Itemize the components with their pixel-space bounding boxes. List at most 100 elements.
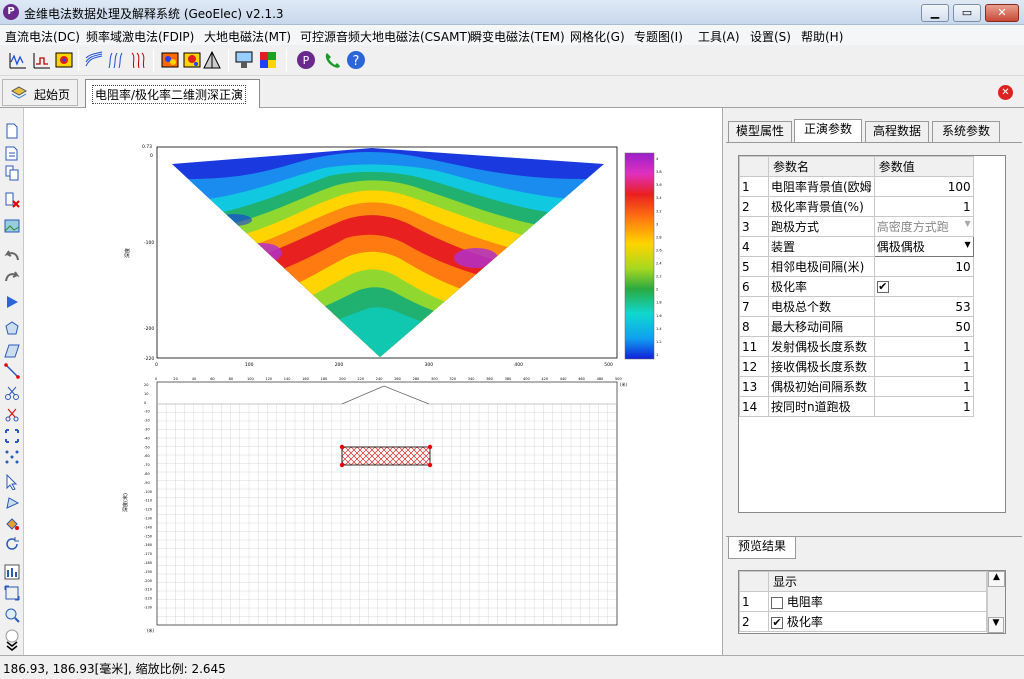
- vertex-handle[interactable]: [427, 462, 433, 468]
- param-row[interactable]: 2 极化率背景值(%) 1: [739, 196, 974, 217]
- tab-preview-results[interactable]: 预览结果: [728, 537, 796, 559]
- isoline-icon[interactable]: [84, 50, 104, 70]
- param-row[interactable]: 14 按同时n道跑极 1: [739, 396, 974, 417]
- parallelogram-icon[interactable]: [4, 343, 20, 359]
- param-value[interactable]: 1: [873, 396, 974, 417]
- param-value[interactable]: 1: [873, 196, 974, 217]
- select-arrow-icon[interactable]: [4, 474, 20, 490]
- param-value[interactable]: 10: [873, 256, 974, 277]
- delete-file-icon[interactable]: [4, 192, 20, 208]
- param-row[interactable]: 7 电极总个数 53: [739, 296, 974, 317]
- points-tool-icon[interactable]: [4, 449, 20, 465]
- close-window-button[interactable]: ✕: [985, 4, 1019, 22]
- menu-thematic[interactable]: 专题图(I): [634, 28, 683, 45]
- chart-bars-icon[interactable]: [4, 564, 20, 580]
- tab-system-params[interactable]: 系统参数: [932, 121, 1000, 142]
- menu-help[interactable]: 帮助(H): [801, 28, 843, 45]
- menu-grid[interactable]: 网格化(G): [570, 28, 625, 45]
- menu-fdip[interactable]: 频率域激电法(FDIP): [86, 28, 194, 45]
- param-value[interactable]: 100: [873, 176, 974, 197]
- curves-icon[interactable]: [128, 50, 148, 70]
- param-row[interactable]: 8 最大移动间隔 50: [739, 316, 974, 337]
- wave-lines-icon[interactable]: [106, 50, 126, 70]
- zoom-icon[interactable]: [4, 607, 20, 623]
- preview-row-resistivity[interactable]: 1 电阻率: [739, 591, 987, 612]
- copy-file-icon[interactable]: [4, 165, 20, 181]
- help-icon[interactable]: ?: [346, 50, 366, 70]
- product-logo-icon[interactable]: P: [296, 50, 316, 70]
- menu-mt[interactable]: 大地电磁法(MT): [204, 28, 291, 45]
- curve-plot-icon[interactable]: [8, 50, 28, 70]
- rotate-icon[interactable]: [4, 536, 20, 552]
- section-plot-icon[interactable]: [32, 50, 52, 70]
- open-file-icon[interactable]: [4, 145, 20, 161]
- scroll-up-icon[interactable]: ▲: [988, 571, 1005, 587]
- param-value[interactable]: 1: [873, 376, 974, 397]
- polygon-icon[interactable]: [4, 320, 20, 336]
- undo-icon[interactable]: [4, 247, 20, 263]
- resistivity-checkbox[interactable]: [771, 596, 783, 609]
- menu-tem[interactable]: 瞬变电磁法(TEM): [470, 28, 565, 45]
- fit-window-icon[interactable]: [4, 585, 20, 601]
- node-tool-icon[interactable]: [4, 428, 20, 444]
- tab-forward-modeling[interactable]: 电阻率/极化率二维测深正演: [85, 79, 260, 108]
- title-bar: P 金维电法数据处理及解释系统 (GeoElec) v2.1.3 ▁ ▭ ✕: [0, 0, 1024, 25]
- tab-start-page[interactable]: 起始页: [2, 79, 78, 106]
- menu-csamt[interactable]: 可控源音频大地电磁法(CSAMT): [300, 28, 471, 45]
- run-mode-select[interactable]: 高密度方式跑 ▼: [873, 216, 974, 237]
- anomaly-body[interactable]: [339, 444, 433, 468]
- param-name: 跑极方式: [768, 216, 875, 237]
- param-row[interactable]: 1 电阻率背景值(欧姆 100: [739, 176, 974, 197]
- line-tool-icon[interactable]: [4, 363, 20, 379]
- model-y-tick: -230: [144, 606, 152, 610]
- phone-icon[interactable]: [322, 50, 342, 70]
- grid-settings-icon[interactable]: [234, 50, 254, 70]
- menu-settings[interactable]: 设置(S): [750, 28, 791, 45]
- image-icon[interactable]: [4, 218, 20, 234]
- param-row[interactable]: 3 跑极方式 高密度方式跑 ▼: [739, 216, 974, 237]
- chevron-down-icon[interactable]: [4, 640, 20, 652]
- drawing-canvas[interactable]: 0.73 0 -100 -200 -220 深度 0 100 200 300 400 50…: [24, 108, 723, 655]
- maximize-button[interactable]: ▭: [953, 4, 981, 22]
- play-icon[interactable]: [4, 294, 20, 310]
- param-value[interactable]: 50: [873, 316, 974, 337]
- param-row[interactable]: 11 发射偶极长度系数 1: [739, 336, 974, 357]
- new-file-icon[interactable]: [4, 123, 20, 139]
- scroll-down-icon[interactable]: ▼: [988, 617, 1004, 633]
- polarization-checkbox[interactable]: ✔: [771, 616, 783, 629]
- param-row[interactable]: 13 偶极初始间隔系数 1: [739, 376, 974, 397]
- menu-dc[interactable]: 直流电法(DC): [5, 28, 80, 45]
- array-type-select[interactable]: 偶极偶极 ▼: [873, 236, 974, 257]
- model-y-tick: -130: [144, 517, 152, 521]
- param-row[interactable]: 6 极化率 ✔: [739, 276, 974, 297]
- param-row[interactable]: 5 相邻电极间隔(米) 10: [739, 256, 974, 277]
- vertex-handle[interactable]: [339, 444, 345, 450]
- model-y-tick: -10: [144, 410, 150, 414]
- preview-scrollbar[interactable]: ▲ ▼: [987, 571, 1005, 633]
- shaded-map-icon[interactable]: [182, 50, 202, 70]
- tab-model-properties[interactable]: 模型属性: [728, 121, 792, 142]
- palette-icon[interactable]: [258, 50, 278, 70]
- vertex-handle[interactable]: [339, 462, 345, 468]
- contour-map-icon[interactable]: [54, 50, 74, 70]
- param-row[interactable]: 4 装置 偶极偶极 ▼: [739, 236, 974, 257]
- tab-elevation-data[interactable]: 高程数据: [865, 121, 929, 142]
- cut-icon[interactable]: [4, 385, 20, 401]
- polarization-param-checkbox[interactable]: ✔: [876, 281, 889, 293]
- param-row[interactable]: 12 接收偶极长度系数 1: [739, 356, 974, 377]
- redo-icon[interactable]: [4, 268, 20, 284]
- color-map-icon[interactable]: [160, 50, 180, 70]
- edit-shape-icon[interactable]: [4, 494, 20, 510]
- triangle-icon[interactable]: [202, 50, 222, 70]
- param-value[interactable]: 1: [873, 336, 974, 357]
- fill-color-icon[interactable]: [4, 515, 20, 531]
- scissors-icon[interactable]: [4, 406, 20, 422]
- param-value[interactable]: 53: [873, 296, 974, 317]
- close-tab-icon[interactable]: ✕: [998, 85, 1013, 100]
- tab-forward-params[interactable]: 正演参数: [794, 119, 862, 143]
- preview-row-polarization[interactable]: 2 ✔ 极化率: [739, 611, 987, 632]
- param-value[interactable]: 1: [873, 356, 974, 377]
- minimize-button[interactable]: ▁: [921, 4, 949, 22]
- vertex-handle[interactable]: [427, 444, 433, 450]
- menu-tools[interactable]: 工具(A): [698, 28, 740, 45]
